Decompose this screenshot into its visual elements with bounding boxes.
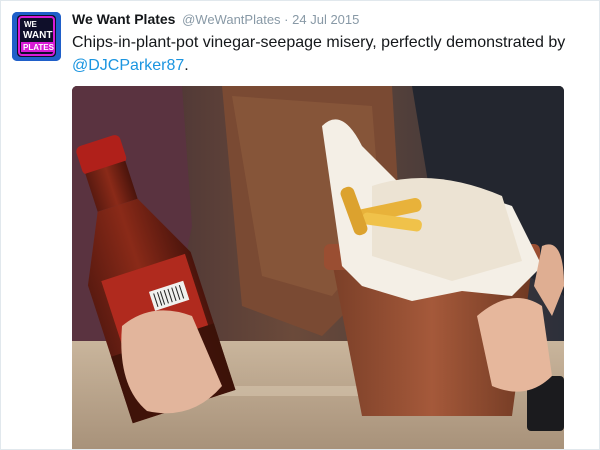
tweet-header: We Want Plates @WeWantPlates · 24 Jul 20…	[72, 10, 587, 29]
tweet-photo[interactable]	[72, 86, 564, 449]
tweet-text-end: .	[184, 57, 189, 74]
mention-link[interactable]: @DJCParker87	[72, 57, 184, 74]
avatar-logo-line-3: PLATES	[23, 43, 55, 52]
display-name[interactable]: We Want Plates	[72, 11, 175, 27]
separator-dot: ·	[284, 12, 289, 27]
photo-illustration	[72, 86, 564, 449]
avatar-logo-line-1: WE	[24, 20, 38, 29]
username-handle[interactable]: @WeWantPlates	[182, 12, 280, 27]
tweet-card[interactable]: WE WANT PLATES We Want Plates @WeWantPla…	[0, 0, 600, 450]
avatar-logo-line-2: WANT	[23, 30, 52, 41]
avatar[interactable]: WE WANT PLATES	[12, 12, 61, 61]
tweet-text-body: Chips-in-plant-pot vinegar-seepage miser…	[72, 34, 566, 51]
timestamp-link[interactable]: 24 Jul 2015	[292, 12, 359, 27]
tweet-text: Chips-in-plant-pot vinegar-seepage miser…	[72, 31, 587, 77]
